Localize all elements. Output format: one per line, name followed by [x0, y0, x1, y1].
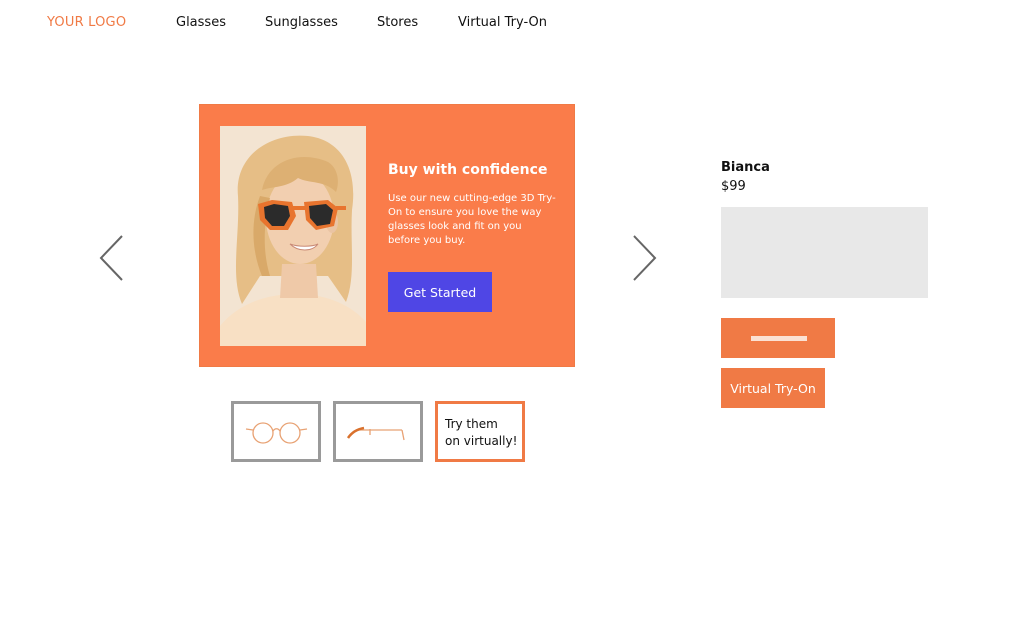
nav-sunglasses[interactable]: Sunglasses [265, 15, 338, 30]
carousel-next-button[interactable] [624, 228, 664, 288]
button-label-placeholder [751, 336, 807, 341]
thumbnail-try-on-virtually[interactable]: Try them on virtually! [435, 401, 525, 462]
promo-card: Buy with confidence Use our new cutting-… [199, 104, 575, 367]
logo[interactable]: YOUR LOGO [47, 15, 126, 30]
product-options-placeholder [721, 207, 928, 298]
thumbnail-front-view[interactable] [231, 401, 321, 462]
model-with-sunglasses-image [220, 126, 366, 346]
thumbnail-label-line2: on virtually! [445, 434, 518, 448]
chevron-right-icon [633, 235, 657, 281]
nav-stores[interactable]: Stores [377, 15, 418, 30]
thumbnail-label-line1: Try them [445, 417, 498, 431]
virtual-try-on-button[interactable]: Virtual Try-On [721, 368, 825, 408]
nav-virtual-try-on[interactable]: Virtual Try-On [458, 15, 547, 30]
page: YOUR LOGO Glasses Sunglasses Stores Virt… [0, 0, 1024, 639]
add-to-cart-button[interactable] [721, 318, 835, 358]
product-price: $99 [721, 179, 746, 194]
get-started-button[interactable]: Get Started [388, 272, 492, 312]
glasses-side-icon [346, 426, 405, 441]
glasses-front-icon [245, 422, 308, 444]
product-name: Bianca [721, 160, 770, 175]
chevron-left-icon [99, 235, 123, 281]
model-photo [220, 126, 366, 346]
promo-description: Use our new cutting-edge 3D Try-On to en… [388, 193, 556, 246]
thumbnail-side-view[interactable] [333, 401, 423, 462]
carousel-prev-button[interactable] [92, 228, 132, 288]
promo-title: Buy with confidence [388, 162, 548, 178]
nav-glasses[interactable]: Glasses [176, 15, 226, 30]
